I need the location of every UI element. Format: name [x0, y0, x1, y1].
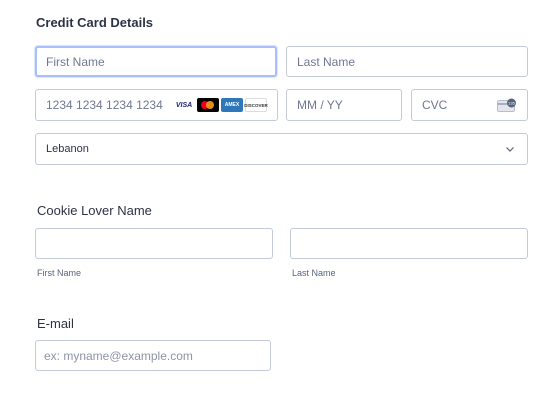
cookie-first-name-input[interactable]: [35, 228, 273, 259]
visa-icon: VISA: [173, 98, 195, 112]
chevron-down-icon: [506, 147, 514, 152]
card-first-name-placeholder: First Name: [46, 54, 105, 69]
email-label: E-mail: [37, 316, 74, 331]
cookie-last-name-input[interactable]: [290, 228, 528, 259]
card-last-name-placeholder: Last Name: [297, 54, 356, 69]
card-cvc-input[interactable]: CVC 135: [411, 89, 528, 121]
card-brands: VISA AMEX DISCOVER: [173, 98, 268, 112]
discover-icon: DISCOVER: [244, 98, 268, 112]
cvc-badge-text: 135: [508, 101, 515, 106]
card-number-placeholder: 1234 1234 1234 1234: [46, 98, 163, 112]
card-first-name-input[interactable]: First Name: [35, 46, 277, 77]
card-expiry-placeholder: MM / YY: [297, 98, 343, 112]
card-cvc-placeholder: CVC: [422, 98, 448, 112]
card-number-input[interactable]: 1234 1234 1234 1234 VISA AMEX DISCOVER: [35, 89, 278, 121]
card-last-name-input[interactable]: Last Name: [286, 46, 528, 77]
credit-card-section-title: Credit Card Details: [36, 15, 154, 30]
email-input[interactable]: ex: myname@example.com: [35, 340, 271, 371]
cookie-first-name-sublabel: First Name: [37, 268, 82, 278]
card-expiry-input[interactable]: MM / YY: [286, 89, 402, 121]
email-placeholder: ex: myname@example.com: [44, 348, 193, 363]
mastercard-icon: [197, 98, 219, 112]
country-select[interactable]: Lebanon: [35, 133, 528, 165]
amex-icon: AMEX: [221, 98, 243, 112]
country-select-value: Lebanon: [46, 143, 89, 155]
cookie-last-name-sublabel: Last Name: [292, 268, 336, 278]
cookie-lover-name-label: Cookie Lover Name: [37, 203, 152, 218]
cvc-card-icon: 135: [497, 98, 516, 112]
